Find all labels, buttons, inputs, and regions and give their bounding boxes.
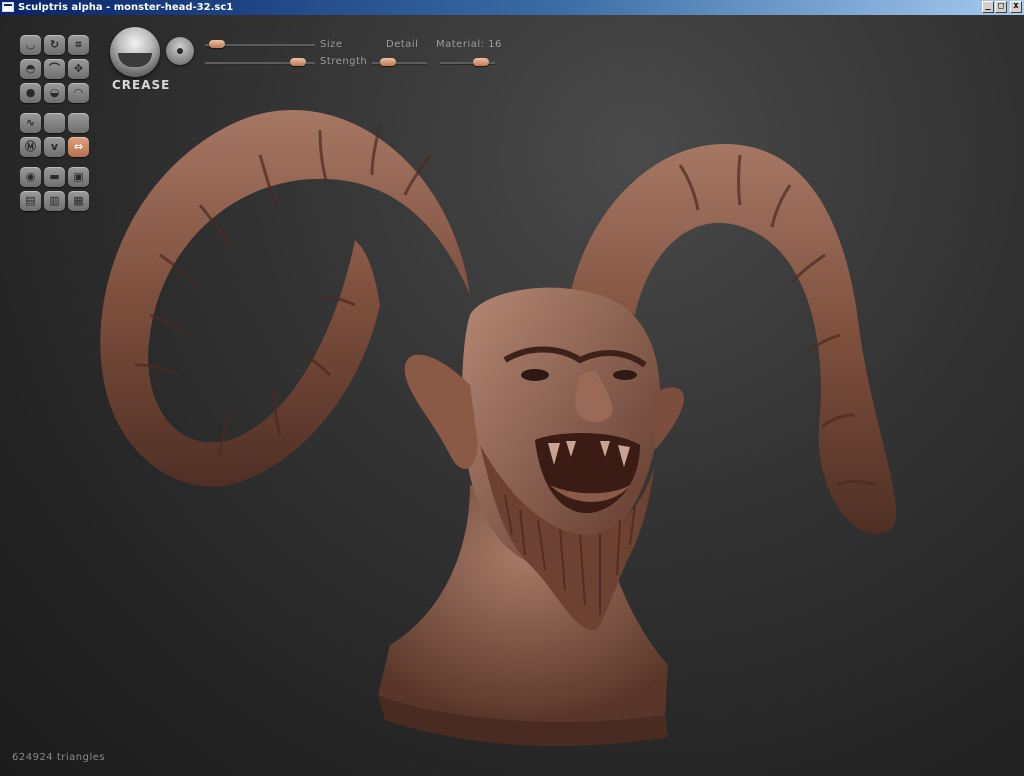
reduce-icon[interactable]: ◠ [68,83,89,103]
sphere-icon[interactable]: ◉ [20,167,41,187]
window-title: Sculptris alpha - monster-head-32.sc1 [18,2,234,13]
blank-tool-button[interactable] [68,113,89,133]
export-icon[interactable]: ▦ [68,191,89,211]
material-slider-knob[interactable] [473,58,490,66]
curve-icon[interactable]: ∿ [20,113,41,133]
crease-brush-shape [118,53,152,67]
title-bar[interactable]: Sculptris alpha - monster-head-32.sc1 _ … [0,0,1024,15]
rotate-icon[interactable]: ↻ [44,35,65,55]
strength-label: Strength [320,56,368,67]
app-icon [2,2,14,12]
minimize-button[interactable]: _ [982,1,994,13]
pinch-icon[interactable]: ⌒ [44,59,65,79]
detail-slider-knob[interactable] [379,58,396,66]
plane-icon[interactable]: ▬ [44,167,65,187]
swap-icon[interactable]: ⇔ [68,137,89,157]
detail-label: Detail [386,39,419,50]
right-ear [650,387,685,450]
open-icon[interactable]: ▤ [20,191,41,211]
material-label: Material: 16 [436,39,502,50]
import-icon[interactable]: ▥ [44,191,65,211]
crop-icon[interactable]: ⌗ [68,35,89,55]
save-icon[interactable]: ▣ [68,167,89,187]
triangle-count: 624924 triangles [12,752,106,763]
size-slider-knob[interactable] [208,40,225,48]
left-horn [100,110,470,487]
wave-icon[interactable]: ⅴ [44,137,65,157]
sculptris-window: Sculptris alpha - monster-head-32.sc1 _ … [0,0,1024,776]
grab-icon[interactable]: ✥ [68,59,89,79]
right-eye [613,370,637,380]
left-eye [521,369,549,381]
strength-slider-knob[interactable] [289,58,306,66]
brush-falloff-icon[interactable] [166,37,194,65]
sculpt-viewport[interactable]: ◡ ↻ ⌗ ◓ ⌒ ✥ ● ◒ ◠ ∿ Ⓜⅴ ⇔ ◉ ▬ ▣ ▤ ▥ ▦ CREASE Size Strength… [0,15,1024,776]
size-label: Size [320,39,343,50]
maximize-button[interactable]: □ [995,1,1007,13]
symmetry-icon[interactable]: Ⓜ [20,137,41,157]
flatten-icon[interactable]: ● [20,83,41,103]
brush-preview-icon[interactable] [110,27,160,77]
draw-icon[interactable]: ◡ [20,35,41,55]
brush-mode-label: CREASE [112,78,171,92]
blank-tool-button[interactable] [44,113,65,133]
inflate-icon[interactable]: ◓ [20,59,41,79]
close-button[interactable]: x [1010,1,1022,13]
smooth-icon[interactable]: ◒ [44,83,65,103]
monster-head-model[interactable] [0,15,1024,776]
